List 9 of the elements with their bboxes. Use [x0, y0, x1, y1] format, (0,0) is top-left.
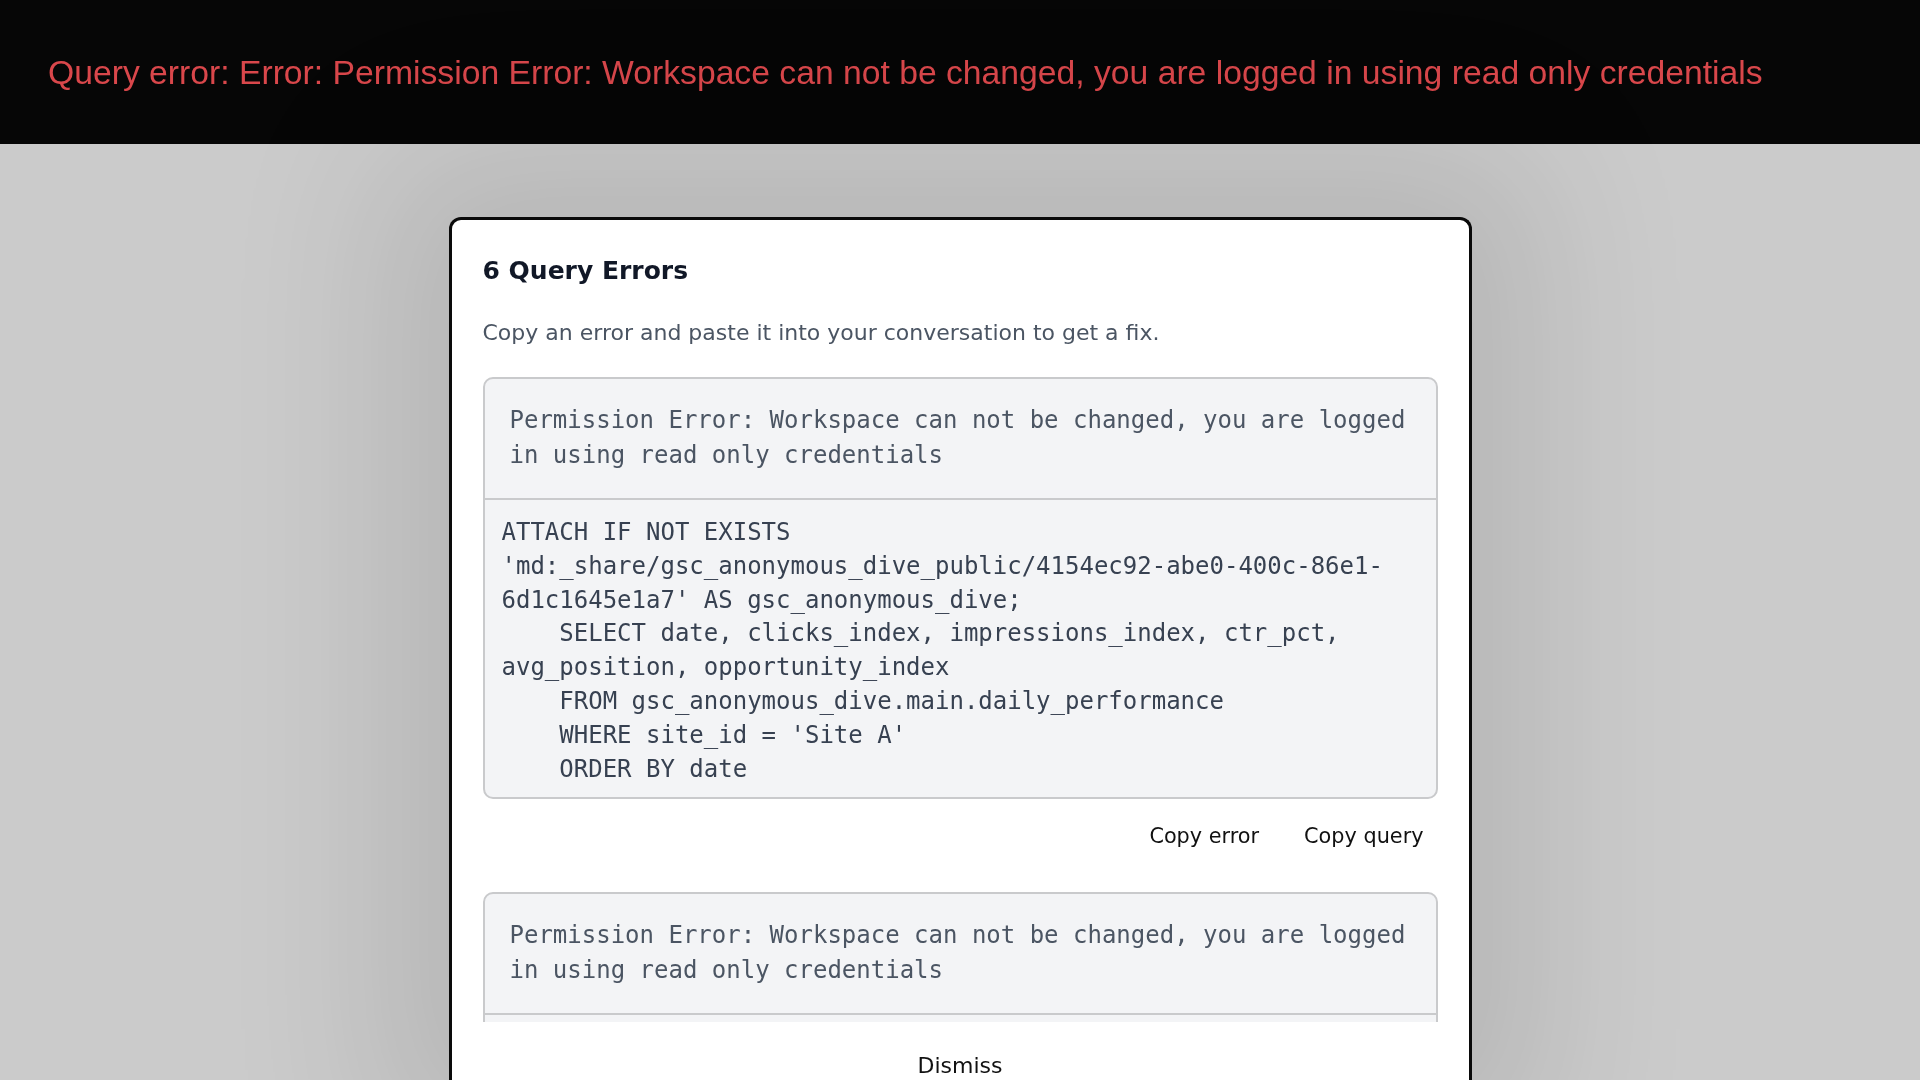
copy-error-button[interactable]: Copy error: [1135, 815, 1274, 859]
error-banner-text: Query error: Error: Permission Error: Workspace can not be changed, you are logged in using read only credentials: [48, 52, 1763, 92]
query-code: ATTACH IF NOT EXISTS 'md:_share/gsc_anonymous_dive_public/4154ec92-abe0-400c-86e1-6d1c1645e1a7' AS gsc_anonymous_dive; SELECT date, clicks_index, impressions_index, ctr_pct, avg_position, opportunity_index FROM gsc_anonymous_dive.main.daily_performance WHERE site_id = 'Site A' ORDER BY date: [501, 517, 1384, 785]
dialog-description: Copy an error and paste it into your conversation to get a fix.: [482, 319, 1161, 347]
error-message: Permission Error: Workspace can not be changed, you are logged in using read only credentials: [509, 405, 1407, 471]
dialog-title: 6 Query Errors: [482, 255, 690, 287]
copy-query-button[interactable]: Copy query: [1290, 815, 1438, 859]
error-message: Permission Error: Workspace can not be changed, you are logged in using read only credentials: [509, 920, 1407, 987]
dismiss-button[interactable]: Dismiss: [901, 1052, 1019, 1080]
